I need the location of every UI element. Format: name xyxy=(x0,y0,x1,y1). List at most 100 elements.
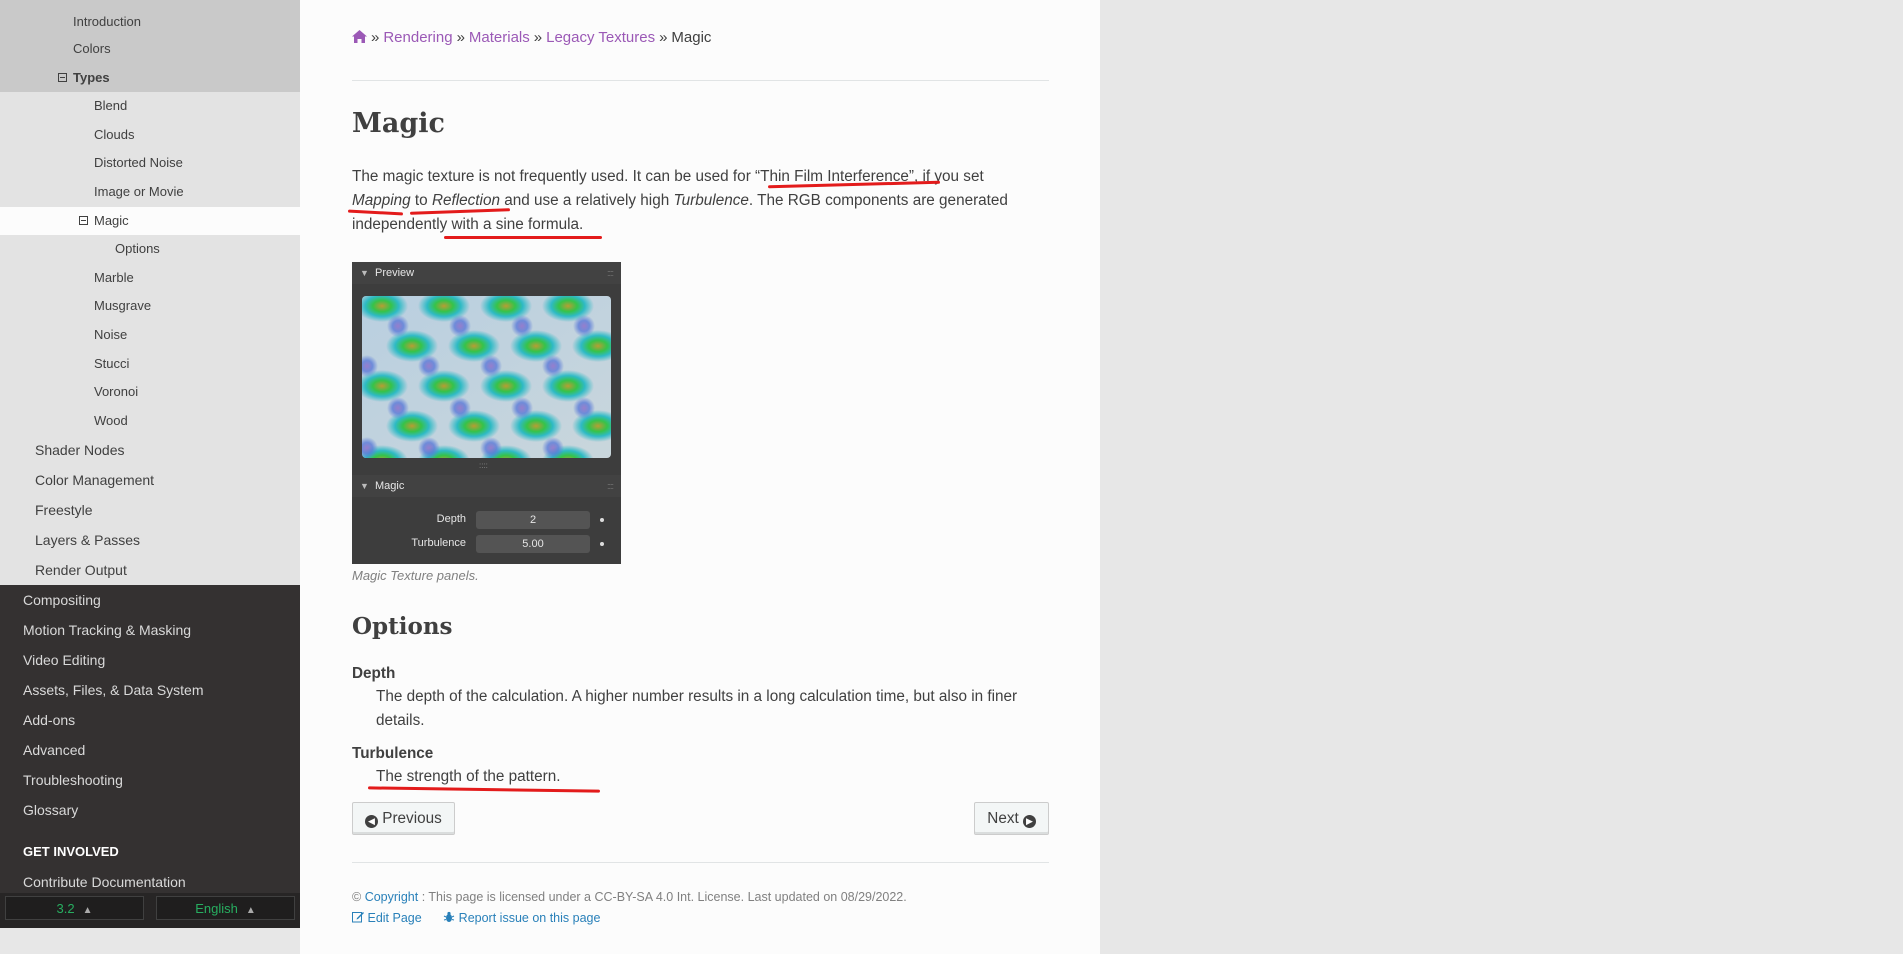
sidebar-item-wood[interactable]: Wood xyxy=(0,407,300,436)
sidebar-item-colors[interactable]: Colors xyxy=(0,35,300,64)
term-reflection: Reflection xyxy=(431,192,500,209)
sidebar-nav: Introduction Colors Types Blend Clouds D… xyxy=(0,0,300,928)
texture-preview-image xyxy=(362,296,611,458)
page-title: Magic xyxy=(352,108,445,139)
bug-icon xyxy=(443,911,455,926)
sidebar-item-video-editing[interactable]: Video Editing xyxy=(0,645,300,675)
intro-paragraph: The magic texture is not frequently used… xyxy=(352,165,1049,237)
sidebar-item-freestyle[interactable]: Freestyle xyxy=(0,495,300,525)
sidebar-dark-section: Compositing Motion Tracking & Masking Vi… xyxy=(0,585,300,897)
copyright-link[interactable]: Copyright xyxy=(365,890,419,904)
definition-turbulence: The strength of the pattern. xyxy=(376,768,561,785)
collapse-triangle-icon: ▼ xyxy=(360,268,369,278)
resize-grip-icon[interactable]: :::: xyxy=(479,461,488,470)
sidebar-item-introduction[interactable]: Introduction xyxy=(0,8,300,35)
caret-up-icon: ▲ xyxy=(245,905,256,916)
turbulence-label: Turbulence xyxy=(411,537,466,549)
intro-text: to xyxy=(410,192,432,209)
next-label: Next xyxy=(987,810,1019,827)
breadcrumb-rendering[interactable]: Rendering xyxy=(383,29,452,46)
sidebar-item-stucci[interactable]: Stucci xyxy=(0,350,300,379)
definition-line: The depth of the calculation. A higher n… xyxy=(376,688,1018,705)
drag-grip-icon: :::: xyxy=(606,481,614,491)
sidebar-item-render-output[interactable]: Render Output xyxy=(0,555,300,585)
edit-icon xyxy=(352,911,364,926)
previous-button[interactable]: ◀ Previous xyxy=(352,802,455,835)
magic-label: Magic xyxy=(375,480,405,492)
version-value: 3.2 xyxy=(56,901,75,916)
divider xyxy=(352,80,1049,81)
sidebar-item-image-or-movie[interactable]: Image or Movie xyxy=(0,178,300,207)
depth-label: Depth xyxy=(436,513,466,525)
sidebar-item-glossary[interactable]: Glossary xyxy=(0,795,300,825)
sidebar-item-noise[interactable]: Noise xyxy=(0,321,300,350)
sidebar-item-musgrave[interactable]: Musgrave xyxy=(0,292,300,321)
preview-label: Preview xyxy=(375,267,415,279)
version-switcher-bar: 3.2 ▲ English ▲ xyxy=(0,893,300,928)
intro-line: The magic texture is not frequently used… xyxy=(352,168,984,185)
home-icon[interactable] xyxy=(352,30,367,47)
footer-links: Edit Page Report issue on this page xyxy=(352,911,618,926)
sidebar-item-options[interactable]: Options xyxy=(0,235,300,264)
collapse-triangle-icon: ▼ xyxy=(360,481,369,491)
magic-texture-panel-image: ▼ Preview :::::::: ▼ Magic:::: Depth 2… xyxy=(352,262,621,564)
breadcrumb-current: Magic xyxy=(671,29,712,46)
intro-line: independently with a sine formula. xyxy=(352,216,584,233)
term-turbulence: Turbulence xyxy=(673,192,749,209)
intro-text: . The RGB components are generated xyxy=(748,192,1008,209)
turbulence-field[interactable]: 5.00 xyxy=(476,535,590,553)
intro-text: and use a relatively high xyxy=(499,192,674,209)
drag-grip-icon: :::: xyxy=(606,268,614,278)
preview-panel-header: ▼ Preview :::: xyxy=(352,262,621,284)
breadcrumb: » Rendering» Materials» Legacy Textures» Mag… xyxy=(352,29,711,47)
keyframe-dot-icon[interactable] xyxy=(600,542,604,546)
sidebar-item-distorted-noise[interactable]: Distorted Noise xyxy=(0,149,300,178)
caret-up-icon: ▲ xyxy=(82,905,93,916)
arrow-left-circle-icon: ◀ xyxy=(365,815,378,828)
sidebar-item-motion-tracking[interactable]: Motion Tracking & Masking xyxy=(0,615,300,645)
sidebar-item-layers-passes[interactable]: Layers & Passes xyxy=(0,525,300,555)
sidebar-item-types[interactable]: Types xyxy=(0,63,300,93)
term-turbulence: Turbulence xyxy=(352,745,434,762)
previous-label: Previous xyxy=(382,810,442,827)
annotation-underline xyxy=(444,236,602,239)
sidebar-item-troubleshooting[interactable]: Troubleshooting xyxy=(0,765,300,795)
collapse-toggle-icon[interactable] xyxy=(79,215,88,225)
license-text: : This page is licensed under a CC-BY-SA… xyxy=(421,890,907,904)
next-button[interactable]: Next ▶ xyxy=(974,802,1049,835)
sidebar-item-blend[interactable]: Blend xyxy=(0,92,300,121)
sidebar-item-label: Types xyxy=(73,69,110,85)
sidebar-item-voronoi[interactable]: Voronoi xyxy=(0,378,300,407)
sidebar-item-magic-current[interactable]: Magic xyxy=(0,206,300,236)
magic-panel-header: ▼ Magic :::: xyxy=(352,475,621,497)
definition-line: details. xyxy=(376,712,425,729)
sidebar-item-shader-nodes[interactable]: Shader Nodes xyxy=(0,435,300,465)
language-selector[interactable]: English ▲ xyxy=(156,896,295,920)
definition-depth: The depth of the calculation. A higher n… xyxy=(376,685,1049,733)
edit-page-label: Edit Page xyxy=(367,911,422,925)
sidebar-item-color-management[interactable]: Color Management xyxy=(0,465,300,495)
collapse-toggle-icon[interactable] xyxy=(58,72,67,82)
keyframe-dot-icon[interactable] xyxy=(600,518,604,522)
version-selector[interactable]: 3.2 ▲ xyxy=(5,896,144,920)
sidebar-item-advanced[interactable]: Advanced xyxy=(0,735,300,765)
sidebar-item-marble[interactable]: Marble xyxy=(0,264,300,293)
sidebar-tree: Introduction Colors Types Blend Clouds D… xyxy=(0,0,300,586)
sidebar-item-compositing[interactable]: Compositing xyxy=(0,585,300,615)
divider xyxy=(352,862,1049,863)
language-value: English xyxy=(195,901,238,916)
breadcrumb-materials[interactable]: Materials xyxy=(469,29,530,46)
term-mapping: Mapping xyxy=(352,192,411,209)
sidebar-item-clouds[interactable]: Clouds xyxy=(0,121,300,150)
depth-field[interactable]: 2 xyxy=(476,511,590,529)
report-issue-label: Report issue on this page xyxy=(458,911,601,925)
sidebar-item-add-ons[interactable]: Add-ons xyxy=(0,705,300,735)
edit-page-link[interactable]: Edit Page xyxy=(352,911,422,925)
sidebar-item-assets-files[interactable]: Assets, Files, & Data System xyxy=(0,675,300,705)
sidebar-top-fade xyxy=(0,0,300,8)
arrow-right-circle-icon: ▶ xyxy=(1023,815,1036,828)
sidebar-item-label: Magic xyxy=(94,212,129,228)
breadcrumb-legacy-textures[interactable]: Legacy Textures xyxy=(546,29,655,46)
report-issue-link[interactable]: Report issue on this page xyxy=(443,911,600,925)
figure-caption: Magic Texture panels. xyxy=(352,568,479,583)
